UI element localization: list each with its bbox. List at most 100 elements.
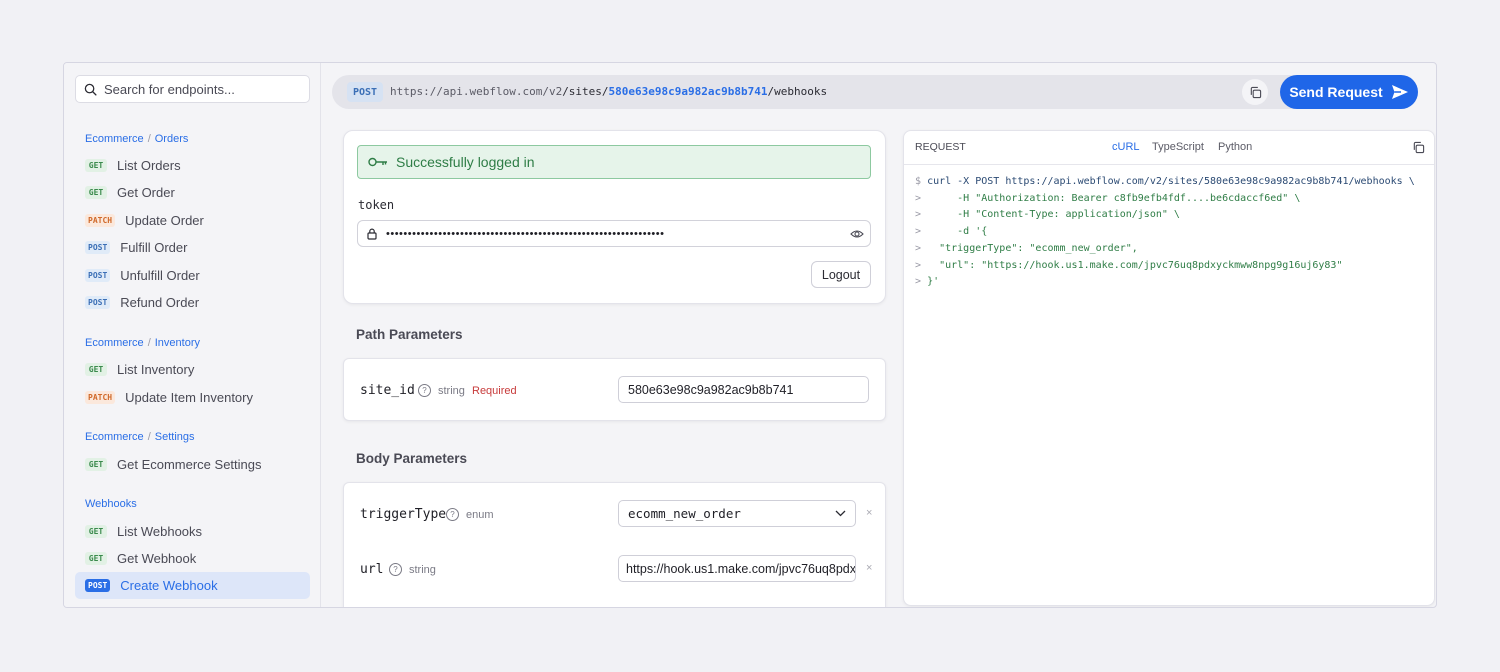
sidebar-item-label: Refund Order [120,295,200,310]
curl-code-block: $ curl -X POST https://api.webflow.com/v… [915,174,1415,291]
url-base: https://api.webflow.com/v2 [390,85,563,98]
param-type: string [409,564,436,576]
tab-curl[interactable]: cURL [1112,141,1140,153]
sidebar-item-label: List Orders [117,158,181,173]
sidebar-item-get-webhook[interactable]: GET Get Webhook [75,545,310,572]
method-badge: PATCH [85,391,116,404]
url-site-id: 580e63e98c9a982ac9b8b741 [608,85,768,98]
group-parent: Ecommerce [85,431,144,443]
url-path-webhooks: /webhooks [767,85,828,98]
prompt-symbol: $ [915,176,922,187]
request-label: REQUEST [915,141,966,153]
search-input[interactable]: Search for endpoints... [75,75,310,103]
path-parameters-card: site_id ? string Required 580e63e98c9a98… [343,358,886,421]
copy-icon[interactable] [1412,141,1425,154]
sidebar-item-label: Unfulfill Order [120,268,200,283]
eye-icon[interactable] [850,227,864,241]
sidebar-item-label: Update Order [125,213,204,228]
breadcrumb-ecommerce-inventory: Ecommerce / Inventory [85,337,200,349]
group-child: Orders [154,133,189,145]
path-parameters-title: Path Parameters [356,327,463,342]
method-badge: POST [85,579,111,592]
sidebar-item-list-inventory[interactable]: GET List Inventory [75,356,310,383]
code-line: -H "Content-Type: application/json" \ [927,209,1180,221]
body-parameters-card: triggerType ? enum ecomm_new_order × url… [343,482,886,607]
search-icon [84,83,97,96]
sidebar-item-refund-order[interactable]: POST Refund Order [75,289,310,316]
sidebar-item-label: Create Webhook [120,578,218,593]
clear-url-button[interactable]: × [866,562,872,574]
help-icon[interactable]: ? [446,508,459,521]
prompt-symbol: > [915,192,922,204]
method-badge: GET [85,159,107,172]
sidebar-item-get-order[interactable]: GET Get Order [75,179,310,206]
auth-card: Successfully logged in token •••••••••••… [343,130,886,304]
group-webhooks: Webhooks [85,498,137,510]
prompt-symbol: > [915,209,922,221]
sidebar-item-get-ecommerce-settings[interactable]: GET Get Ecommerce Settings [75,451,310,478]
token-field[interactable]: ••••••••••••••••••••••••••••••••••••••••… [357,220,871,247]
request-code-panel: REQUEST cURL TypeScript Python $ curl -X… [903,130,1435,606]
token-value: ••••••••••••••••••••••••••••••••••••••••… [386,227,665,240]
method-badge: POST [347,82,383,102]
tab-python[interactable]: Python [1218,141,1252,153]
help-icon[interactable]: ? [418,384,431,397]
sidebar-item-fulfill-order[interactable]: POST Fulfill Order [75,234,310,261]
required-label: Required [472,385,517,397]
login-success-text: Successfully logged in [396,154,535,170]
breadcrumb-ecommerce-orders: Ecommerce / Orders [85,133,188,145]
help-icon[interactable]: ? [389,563,402,576]
prompt-symbol: > [915,242,922,254]
copy-url-button[interactable] [1242,79,1268,105]
request-url-bar: POST https://api.webflow.com/v2/sites/58… [332,75,1418,109]
sidebar-item-update-item-inventory[interactable]: PATCH Update Item Inventory [75,384,310,411]
sidebar-item-label: Update Item Inventory [125,390,253,405]
copy-icon [1250,86,1261,98]
prompt-symbol: > [915,226,922,238]
code-line: -d '{ [927,226,988,238]
site-id-input[interactable]: 580e63e98c9a982ac9b8b741 [618,376,869,403]
param-type: string [438,385,465,397]
code-line: "url": "https://hook.us1.make.com/jpvc76… [927,259,1343,271]
param-name-trigger-type: triggerType [360,507,447,522]
tab-typescript[interactable]: TypeScript [1152,141,1204,153]
trigger-type-select[interactable]: ecomm_new_order [618,500,856,527]
body-parameters-title: Body Parameters [356,451,468,466]
sidebar-item-label: Fulfill Order [120,240,188,255]
code-line: "triggerType": "ecomm_new_order", [927,242,1138,254]
sidebar-item-list-orders[interactable]: GET List Orders [75,152,310,179]
sidebar-item-list-webhooks[interactable]: GET List Webhooks [75,518,310,545]
group-parent: Webhooks [85,498,137,510]
prompt-symbol: > [915,259,922,271]
param-name-site-id: site_id [360,383,415,398]
code-line: }' [927,276,940,288]
method-badge: POST [85,269,111,282]
api-explorer-window: Search for endpoints... Ecommerce / Orders… [63,62,1437,608]
sidebar-item-update-order[interactable]: PATCH Update Order [75,207,310,234]
clear-trigger-type-button[interactable]: × [866,507,872,519]
breadcrumb-separator: / [147,337,151,349]
code-line: curl -X POST https://api.webflow.com/v2/… [927,176,1415,187]
login-success-banner: Successfully logged in [357,145,871,179]
sidebar-item-unfulfill-order[interactable]: POST Unfulfill Order [75,262,310,289]
send-icon [1391,85,1408,99]
sidebar-item-create-webhook[interactable]: POST Create Webhook [75,572,310,599]
request-tabs: REQUEST cURL TypeScript Python [904,131,1434,165]
param-type: enum [466,509,494,521]
group-parent: Ecommerce [85,337,144,349]
param-name-url: url [360,562,384,577]
url-input[interactable]: https://hook.us1.make.com/jpvc76uq8pdxyc… [618,555,856,582]
logout-button[interactable]: Logout [811,261,871,288]
sidebar-item-label: List Inventory [117,362,195,377]
token-label: token [358,198,395,212]
method-badge: POST [85,241,111,254]
method-badge: PATCH [85,214,116,227]
method-badge: POST [85,296,111,309]
breadcrumb-separator: / [147,431,151,443]
method-badge: GET [85,525,107,538]
group-child: Inventory [154,337,200,349]
send-request-button[interactable]: Send Request [1280,75,1418,109]
breadcrumb-separator: / [147,133,151,145]
sidebar-item-label: Get Order [117,185,175,200]
request-url[interactable]: https://api.webflow.com/v2/sites/580e63e… [390,85,827,98]
